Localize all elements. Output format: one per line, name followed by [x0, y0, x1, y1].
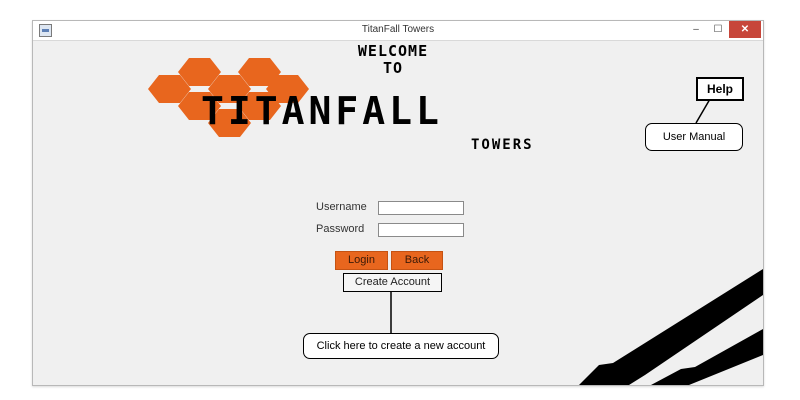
password-label: Password [316, 223, 365, 235]
welcome-heading: WELCOME TO [323, 43, 463, 77]
create-account-callout: Click here to create a new account [303, 333, 499, 359]
password-input[interactable] [378, 223, 464, 237]
title-bar[interactable]: TitanFall Towers – ☐ ✕ [33, 21, 763, 41]
welcome-line-1: WELCOME [357, 42, 429, 60]
app-window: TitanFall Towers – ☐ ✕ WELCOME TO TITANF… [32, 20, 764, 386]
stripe-shape [579, 269, 763, 385]
window-title: TitanFall Towers [361, 24, 435, 35]
user-manual-callout: User Manual [645, 123, 743, 151]
welcome-line-2: TO [382, 59, 404, 77]
logo-subtitle: TOWERS [471, 137, 534, 153]
create-account-button[interactable]: Create Account [343, 273, 442, 292]
username-input[interactable] [378, 201, 464, 215]
close-button[interactable]: ✕ [729, 21, 761, 38]
username-label: Username [316, 201, 367, 213]
login-panel: WELCOME TO TITANFALL TOWERS Help User Ma… [33, 41, 763, 385]
decorative-stripes [579, 269, 763, 385]
logo-title: TITANFALL [201, 89, 443, 133]
minimize-button[interactable]: – [685, 21, 707, 38]
help-button[interactable]: Help [696, 77, 744, 101]
login-button[interactable]: Login [335, 251, 388, 270]
help-connector-line [695, 98, 711, 124]
maximize-button[interactable]: ☐ [707, 21, 729, 38]
back-button[interactable]: Back [391, 251, 443, 270]
